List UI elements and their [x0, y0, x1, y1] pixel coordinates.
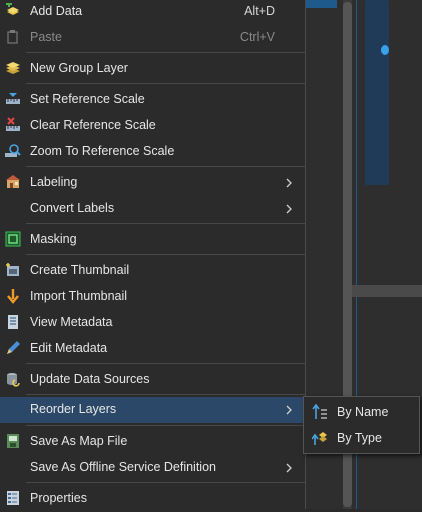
properties-icon — [7, 491, 19, 505]
menu-item-clear-reference-scale[interactable]: Clear Reference Scale — [0, 113, 305, 139]
menu-item-update-data-sources[interactable]: Update Data Sources — [0, 367, 305, 393]
chevron-right-icon — [286, 405, 292, 415]
menu-item-new-group-layer[interactable]: New Group Layer — [0, 56, 305, 82]
menu-item-masking[interactable]: Masking — [0, 227, 305, 253]
map-point-marker — [381, 45, 389, 55]
zoom-reference-scale-icon — [5, 144, 21, 157]
menu-item-label: Create Thumbnail — [30, 263, 130, 277]
menu-item-label: View Metadata — [30, 315, 113, 329]
update-data-sources-icon — [7, 373, 20, 387]
menu-item-edit-metadata[interactable]: Edit Metadata — [0, 336, 305, 362]
group-layer-icon — [6, 62, 20, 74]
menu-separator — [26, 223, 305, 224]
submenu-item-label: By Type — [337, 431, 382, 445]
menu-separator — [26, 52, 305, 53]
menu-item-add-data[interactable]: Add Data Alt+D — [0, 0, 305, 25]
menu-separator — [26, 83, 305, 84]
menu-item-label: Properties — [30, 491, 87, 505]
horizontal-splitter[interactable] — [352, 285, 422, 297]
menu-separator — [26, 166, 305, 167]
menu-separator — [26, 254, 305, 255]
shortcut-text: Ctrl+V — [239, 30, 275, 44]
sort-by-type-icon — [312, 432, 327, 445]
menu-item-label: Set Reference Scale — [30, 92, 145, 106]
add-data-icon — [6, 3, 19, 15]
menu-item-view-metadata[interactable]: View Metadata — [0, 310, 305, 336]
submenu-item-by-type[interactable]: By Type — [304, 425, 419, 451]
shortcut-text: Alt+D — [244, 4, 275, 18]
menu-item-save-as-offline-service-definition[interactable]: Save As Offline Service Definition — [0, 455, 305, 481]
menu-item-label: New Group Layer — [30, 61, 128, 75]
menu-item-label: Save As Offline Service Definition — [30, 460, 216, 474]
menu-item-create-thumbnail[interactable]: Create Thumbnail — [0, 258, 305, 284]
menu-item-label: Masking — [30, 232, 77, 246]
menu-item-label: Paste — [30, 30, 62, 44]
selected-tab-indicator — [305, 0, 337, 8]
menu-item-import-thumbnail[interactable]: Import Thumbnail — [0, 284, 305, 310]
masking-icon — [5, 231, 21, 247]
paste-icon — [7, 30, 18, 44]
menu-item-save-as-map-file[interactable]: Save As Map File — [0, 429, 305, 455]
menu-item-zoom-to-reference-scale[interactable]: Zoom To Reference Scale — [0, 139, 305, 165]
submenu-item-by-name[interactable]: By Name — [304, 399, 419, 425]
menu-item-properties[interactable]: Properties — [0, 486, 305, 512]
labeling-icon — [6, 175, 20, 188]
menu-item-reorder-layers[interactable]: Reorder Layers — [0, 397, 305, 423]
reorder-layers-submenu: By Name By Type — [303, 396, 420, 454]
edit-metadata-icon — [7, 341, 20, 354]
menu-item-labeling[interactable]: Labeling — [0, 170, 305, 196]
menu-item-label: Zoom To Reference Scale — [30, 144, 175, 158]
chevron-right-icon — [286, 204, 292, 214]
menu-item-label: Edit Metadata — [30, 341, 108, 355]
context-menu: Add Data Alt+D Paste Ctrl+V New Group La… — [0, 0, 306, 509]
menu-item-label: Add Data — [30, 4, 83, 18]
menu-item-label: Reorder Layers — [30, 402, 117, 416]
map-strip — [365, 0, 389, 185]
sort-by-name-icon — [312, 404, 327, 419]
menu-separator — [26, 363, 305, 364]
import-thumbnail-icon — [7, 289, 19, 304]
menu-separator — [26, 482, 305, 483]
menu-separator — [26, 425, 305, 426]
menu-item-label: Import Thumbnail — [30, 289, 128, 303]
menu-item-label: Update Data Sources — [30, 372, 150, 386]
menu-item-label: Labeling — [30, 175, 78, 189]
save-map-file-icon — [7, 434, 19, 448]
chevron-right-icon — [286, 178, 292, 188]
create-thumbnail-icon — [6, 263, 19, 276]
clear-reference-scale-icon — [6, 117, 20, 131]
menu-separator — [26, 394, 305, 395]
menu-item-label: Clear Reference Scale — [30, 118, 156, 132]
view-metadata-icon — [8, 315, 18, 329]
menu-item-convert-labels[interactable]: Convert Labels — [0, 196, 305, 222]
submenu-item-label: By Name — [337, 405, 389, 419]
chevron-right-icon — [286, 463, 292, 473]
menu-item-set-reference-scale[interactable]: Set Reference Scale — [0, 87, 305, 113]
menu-item-label: Save As Map File — [30, 434, 128, 448]
set-reference-scale-icon — [6, 93, 20, 104]
menu-item-label: Convert Labels — [30, 201, 115, 215]
menu-item-paste[interactable]: Paste Ctrl+V — [0, 25, 305, 51]
